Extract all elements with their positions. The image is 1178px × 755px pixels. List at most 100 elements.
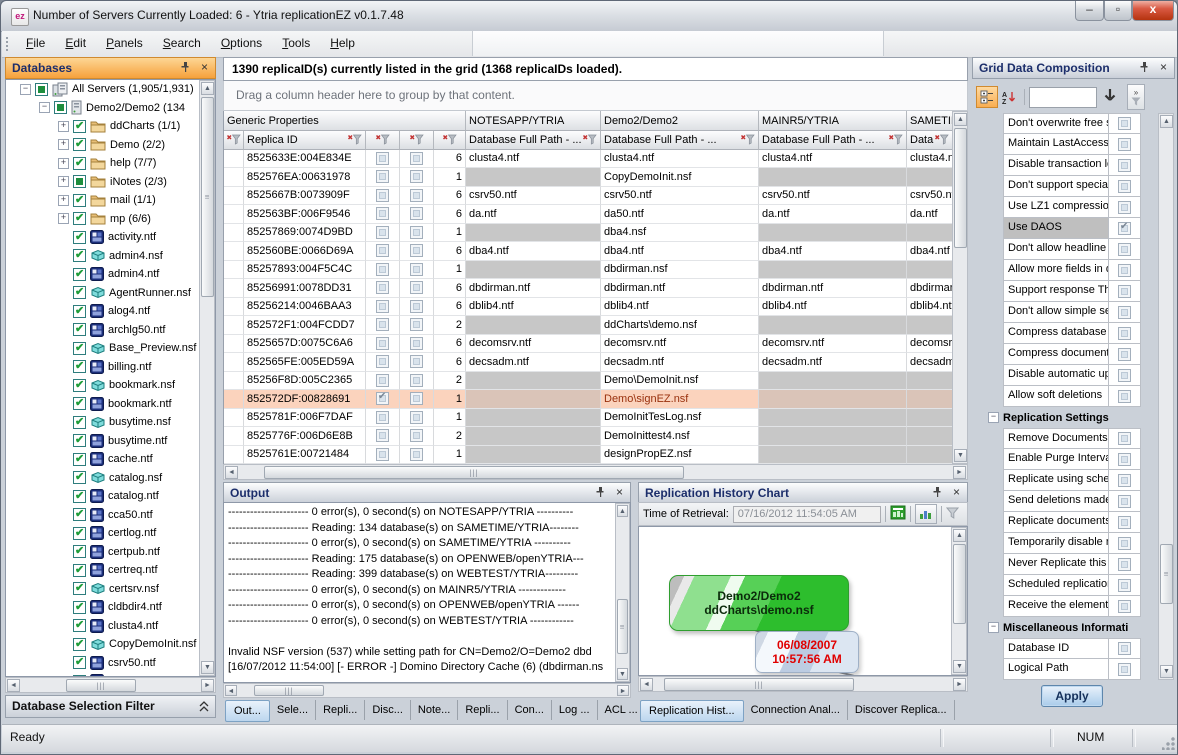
composition-item[interactable]: Maintain LastAccessed [986,134,1158,155]
grid-cell-path[interactable]: dbdirman.nsf [601,261,759,280]
grid-cell-checkbox[interactable] [400,224,434,243]
close-button[interactable]: x [1132,1,1174,21]
grid-cell[interactable] [224,205,244,224]
filter-icon[interactable] [740,134,755,145]
tree-item[interactable]: +help (7/7) [6,154,215,173]
composition-checkbox[interactable] [1118,495,1131,508]
grid-cell-path[interactable]: da.ntf [759,205,907,224]
grid-cell-path[interactable]: da50.ntf [601,205,759,224]
grid-row[interactable]: 85256214:0046BAA36dblib4.ntfdblib4.ntfdb… [224,298,968,317]
composition-item[interactable]: Support response Thread [986,281,1158,302]
bar-chart-icon[interactable] [915,504,937,524]
composition-item[interactable]: Use DAOS [986,218,1158,239]
column-group-server[interactable]: MAINR5/YTRIA [759,111,907,131]
output-hscroll-thumb[interactable]: ||| [254,685,324,696]
tab-note[interactable]: Note... [411,700,458,720]
grid-cell-path[interactable]: dba4.nsf [601,224,759,243]
composition-item-checkbox-cell[interactable] [1109,470,1141,491]
grid-cell-path[interactable] [466,409,601,428]
grid-cell-path[interactable]: Demo\signEZ.nsf [601,390,759,409]
tree-item[interactable]: +Demo (2/2) [6,136,215,155]
scroll-left-icon[interactable]: ◄ [640,678,653,691]
grid-hscrollbar[interactable]: ◄ ||| ► [223,464,968,480]
scroll-up-icon[interactable]: ▲ [954,113,967,126]
grid-hscroll-thumb[interactable]: ||| [264,466,684,479]
grid-cell[interactable] [224,187,244,206]
row-checkbox[interactable] [376,244,389,257]
chart-hscroll-thumb[interactable]: ||| [664,678,854,691]
grid-cell[interactable]: 85256214:0046BAA3 [244,298,366,317]
grid-cell[interactable]: 85256F8D:005C2365 [244,372,366,391]
composition-filter-input[interactable] [1029,87,1097,108]
grid-cell-path[interactable]: dba4.ntf [907,242,953,261]
composition-item[interactable]: Allow more fields in data [986,260,1158,281]
row-checkbox[interactable] [410,374,423,387]
chart-vscrollbar[interactable]: ▲ ▼ [951,527,967,675]
grid-row[interactable]: 8525667B:0073909F6csrv50.ntfcsrv50.ntfcs… [224,187,968,206]
menu-search[interactable]: Search [153,31,211,57]
tree-item[interactable]: billing.ntf [6,358,215,377]
grid-cell[interactable] [224,316,244,335]
grid-cell[interactable]: 1 [434,224,466,243]
row-checkbox[interactable] [410,318,423,331]
composition-item[interactable]: Disable transaction logging [986,155,1158,176]
tab-log[interactable]: Log ... [552,700,598,720]
grid-row[interactable]: 8525781F:006F7DAF1DemoInitTesLog.nsf [224,409,968,428]
grid-cell-path[interactable] [759,372,907,391]
tree-checkbox[interactable] [54,101,67,114]
composition-item[interactable]: Enable Purge Interval [986,449,1158,470]
tree-expander-icon[interactable]: − [20,84,31,95]
grid-cell-path[interactable]: dba4.ntf [601,242,759,261]
grid-row[interactable]: 852572DF:008286911Demo\signEZ.nsf [224,390,968,409]
grid-row[interactable]: 8525633E:004E834E6clusta4.ntfclusta4.ntf… [224,150,968,169]
row-checkbox[interactable] [410,226,423,239]
pin-icon[interactable] [1138,61,1151,75]
grid-cell-checkbox[interactable] [400,353,434,372]
grid-row[interactable]: 8525657D:0075C6A66decomsrv.ntfdecomsrv.n… [224,335,968,354]
grid-cell-checkbox[interactable] [400,261,434,280]
scroll-up-icon[interactable]: ▲ [617,505,628,517]
grid-cell[interactable]: 8525667B:0073909F [244,187,366,206]
composition-checkbox[interactable] [1118,306,1131,319]
composition-checkbox[interactable] [1118,642,1131,655]
grid-cell-checkbox[interactable] [400,279,434,298]
tree-item[interactable]: certlog.ntf [6,524,215,543]
composition-item-checkbox-cell[interactable] [1109,218,1141,239]
composition-item[interactable]: Don't overwrite free space [986,113,1158,134]
composition-item[interactable]: Replicate using schedule [986,470,1158,491]
grid-cell-path[interactable] [466,446,601,465]
composition-item-checkbox-cell[interactable] [1109,659,1141,680]
grid-cell-path[interactable] [759,261,907,280]
grid-cell-path[interactable]: dblib4.ntf [466,298,601,317]
tree-item[interactable]: certsrv.nsf [6,580,215,599]
row-checkbox[interactable] [410,244,423,257]
tree-checkbox[interactable] [73,323,86,336]
composition-item-checkbox-cell[interactable] [1109,491,1141,512]
grid-cell[interactable]: 6 [434,187,466,206]
grid-cell-checkbox[interactable] [400,168,434,187]
composition-item[interactable]: Scheduled replication [986,575,1158,596]
grid-cell-checkbox[interactable] [366,150,400,169]
tree-item[interactable]: certreq.ntf [6,561,215,580]
scroll-down-icon[interactable]: ▼ [1160,665,1173,678]
row-checkbox[interactable] [376,207,389,220]
grid-cell[interactable]: 8525633E:004E834E [244,150,366,169]
composition-checkbox[interactable] [1118,117,1131,130]
grid-cell-path[interactable]: decsadm.ntf [466,353,601,372]
grid-cell-path[interactable] [907,390,953,409]
tree-checkbox[interactable] [73,416,86,429]
tree-checkbox[interactable] [73,249,86,262]
composition-item[interactable]: Never Replicate this data [986,554,1158,575]
tree-checkbox[interactable] [73,490,86,503]
grid-row[interactable]: 852565FE:005ED59A6decsadm.ntfdecsadm.ntf… [224,353,968,372]
row-checkbox[interactable] [410,355,423,368]
tree-checkbox[interactable] [73,656,86,669]
row-checkbox[interactable] [410,281,423,294]
composition-item-checkbox-cell[interactable] [1109,596,1141,617]
grid-cell[interactable]: 6 [434,150,466,169]
tree-checkbox[interactable] [73,360,86,373]
column-group-server[interactable]: Demo2/Demo2 [601,111,759,131]
grid-cell[interactable]: 852563BF:006F9546 [244,205,366,224]
tree-checkbox[interactable] [73,379,86,392]
table-chart-icon[interactable] [890,505,906,523]
